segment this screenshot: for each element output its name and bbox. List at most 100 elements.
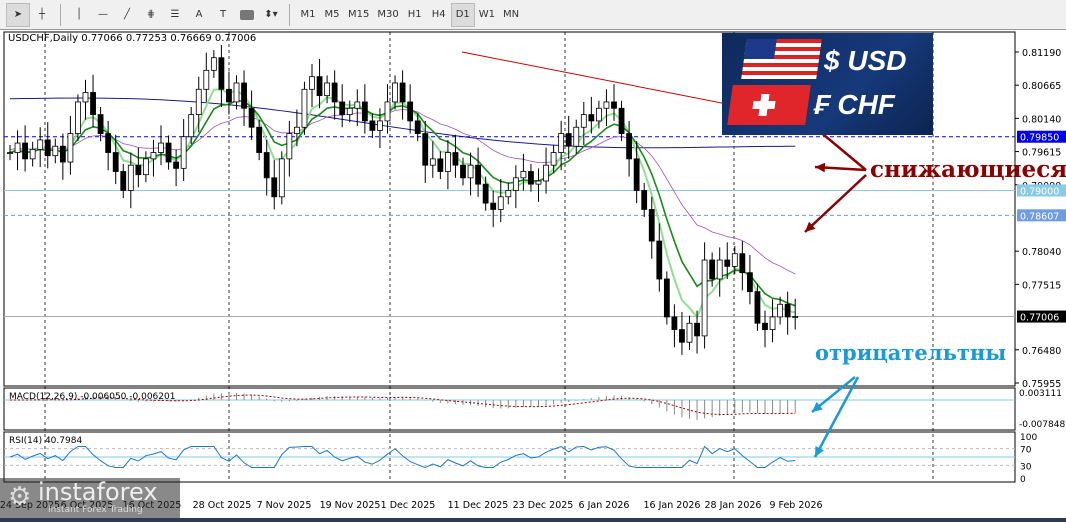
candle-body (716, 259, 723, 280)
candle-body (339, 101, 346, 115)
rsi-scale-label: 100 (1020, 433, 1037, 443)
candle-body (256, 126, 263, 153)
candle-body (210, 57, 217, 71)
divider (60, 3, 61, 26)
arrow-falling (804, 174, 867, 233)
crosshair-icon[interactable]: ┼ (30, 3, 54, 27)
date-label: 19 Nov 2025 (320, 500, 381, 511)
date-label: 11 Dec 2025 (448, 500, 509, 511)
instaforex-logo: ⚙ instaforex Instant Forex Trading (0, 478, 180, 518)
horizontal-line-icon[interactable]: — (91, 3, 115, 27)
rsi-label: RSI(14) 40.7984 (9, 436, 83, 446)
divider (289, 3, 290, 26)
timeframe-m15[interactable]: M15 (344, 3, 373, 27)
candle-body (596, 107, 602, 122)
timeframe-m1[interactable]: M1 (296, 3, 320, 27)
candle-body (490, 202, 497, 210)
candle-body (694, 322, 700, 337)
candle-body (701, 259, 708, 337)
fibo-levels-icon[interactable]: ☰ (163, 3, 187, 27)
candle-body (331, 82, 338, 103)
timeframe-w1[interactable]: W1 (475, 3, 499, 27)
timeframe-mn[interactable]: MN (499, 3, 523, 27)
candle-body (263, 152, 270, 179)
candle-body (467, 164, 474, 179)
fibonacci-icon[interactable]: ⋕ (139, 3, 163, 27)
candle-body (392, 82, 398, 103)
vertical-line-icon[interactable]: │ (67, 3, 91, 27)
candle-body (82, 92, 89, 103)
date-label: 1 Dec 2025 (381, 500, 436, 511)
candle-body (603, 101, 610, 109)
candle-body (127, 164, 134, 191)
candle-body (165, 142, 172, 163)
swiss-flag-icon (727, 85, 811, 125)
candle-body (565, 133, 572, 147)
candle-body (626, 133, 632, 160)
arrow-negative (813, 376, 860, 458)
candle-body (52, 145, 59, 157)
candle-body (309, 76, 315, 90)
gear-icon: ⚙ (8, 482, 32, 512)
chf-label: ₣ CHF (814, 89, 895, 120)
candle-body (241, 82, 247, 109)
candle-body (663, 278, 670, 318)
date-label: 7 Nov 2025 (257, 500, 312, 511)
candle-body (407, 101, 414, 122)
date-label: 28 Jan 2026 (705, 500, 762, 511)
candle-body (29, 148, 36, 160)
candle-body (14, 142, 21, 153)
date-label: 16 Jan 2026 (644, 500, 701, 511)
candle-body (226, 88, 232, 103)
date-label: 9 Feb 2026 (769, 500, 822, 511)
candle-body (22, 142, 29, 160)
candle-body (233, 82, 240, 103)
candle-body (512, 177, 519, 191)
candle-body (67, 133, 74, 163)
candle-body (120, 171, 127, 191)
candle-body (422, 133, 429, 166)
candle-body (248, 107, 255, 128)
cursor-icon[interactable]: ➤ (6, 2, 30, 27)
candle-body (679, 329, 685, 343)
candle-body (777, 303, 783, 318)
price-badge-label: 0.79000 (1020, 186, 1059, 197)
timeframe-m30[interactable]: M30 (373, 3, 402, 27)
timeframe-h4[interactable]: H4 (427, 3, 451, 27)
candle-body (324, 82, 331, 97)
arrow-falling-head (815, 162, 826, 173)
candle-body (754, 291, 761, 324)
rectangle-icon[interactable] (235, 3, 259, 27)
candle-body (44, 139, 51, 157)
logo-tagline: Instant Forex Trading (48, 505, 143, 515)
candle-body (762, 322, 768, 330)
text-icon[interactable]: A (187, 3, 211, 27)
candle-body (543, 164, 549, 182)
timeframe-h1[interactable]: H1 (403, 3, 427, 27)
macd-scale-bottom: -0.007848 (1019, 420, 1065, 430)
candle-body (528, 171, 534, 185)
arrows-icon[interactable]: ⬍▾ (259, 3, 283, 27)
candle-body (271, 177, 278, 198)
trendline-icon[interactable]: ╱ (115, 3, 139, 27)
ma-fast-line (9, 88, 796, 320)
us-flag-icon (741, 39, 822, 79)
candle-body (520, 171, 527, 179)
candle-body (7, 152, 13, 154)
candle-body (482, 183, 489, 204)
price-label: 0.78040 (1022, 247, 1061, 258)
candle-body (414, 120, 421, 134)
annotation-negative: отрицательтны (815, 340, 1007, 365)
timeframe-d1[interactable]: D1 (450, 2, 475, 27)
candle-body (135, 164, 142, 176)
chart-window[interactable]: 0.811900.806650.801400.796150.790900.780… (0, 30, 1066, 518)
timeframe-m5[interactable]: M5 (320, 3, 344, 27)
text-label-icon[interactable]: T (211, 3, 235, 27)
candle-body (377, 120, 383, 131)
toolbar: ➤ ┼ │ — ╱ ⋕ ☰ A T ⬍▾ M1 M5 M15 M30 H1 H4 D1 W1 M… (0, 0, 1066, 30)
price-label: 0.80665 (1022, 81, 1061, 92)
rsi-scale-label: 30 (1020, 462, 1032, 472)
candle-body (709, 259, 716, 280)
logo-name: instaforex (38, 478, 158, 506)
candle-body (97, 114, 104, 134)
